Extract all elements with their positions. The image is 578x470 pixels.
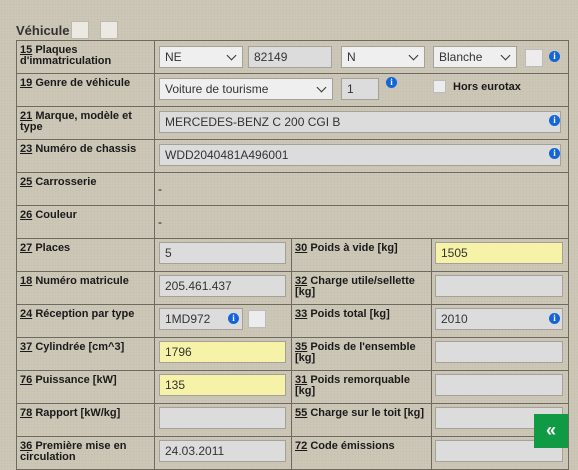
total-weight-input[interactable]: 2010 xyxy=(435,308,563,330)
body-label: 25 Carrosserie xyxy=(16,172,155,206)
body-cell: - xyxy=(153,172,570,206)
towable-label: 31 Poids remorquable [kg] xyxy=(291,370,432,404)
info-icon[interactable]: i xyxy=(549,115,560,126)
total-weight-cell: 2010 i xyxy=(430,304,570,338)
color-value: - xyxy=(158,215,162,229)
ratio-cell xyxy=(154,403,292,437)
displacement-cell: 1796 xyxy=(154,337,292,371)
displacement-input[interactable]: 1796 xyxy=(159,341,286,363)
info-icon[interactable]: i xyxy=(549,148,560,159)
plates-label: 15 Plaques d'immatriculation xyxy=(16,40,155,74)
section-header: Véhicule xyxy=(16,20,119,40)
towable-cell xyxy=(430,370,570,404)
set-weight-input[interactable] xyxy=(435,341,563,363)
set-weight-cell xyxy=(430,337,570,371)
vehicle-form-table: 15 Plaques d'immatriculation NE 82149 N … xyxy=(16,40,570,470)
first-reg-input[interactable]: 24.03.2011 xyxy=(159,440,286,462)
header-box-2[interactable] xyxy=(100,21,119,39)
towable-input[interactable] xyxy=(435,374,563,396)
vehicle-type-label: 19 Genre de véhicule xyxy=(16,73,155,107)
hors-eurotax-label: Hors eurotax xyxy=(453,80,521,93)
back-button[interactable]: « xyxy=(534,414,568,448)
header-box-1[interactable] xyxy=(71,21,90,39)
section-title: Véhicule xyxy=(16,22,70,38)
plate-color-select[interactable]: Blanche xyxy=(433,46,517,68)
info-icon[interactable]: i xyxy=(549,313,560,324)
chassis-input[interactable]: WDD2040481A496001 xyxy=(159,144,561,166)
vehicle-type-select[interactable]: Voiture de tourisme xyxy=(159,78,333,100)
make-label: 21 Marque, modèle et type xyxy=(16,106,155,140)
vehicle-type-cell: Voiture de tourisme 1 i Hors eurotax xyxy=(153,73,570,107)
ratio-label: 78 Rapport [kW/kg] xyxy=(16,403,155,437)
places-label: 27 Places xyxy=(16,238,155,272)
empty-weight-cell: 1505 xyxy=(430,238,570,272)
set-weight-label: 35 Poids de l'ensemble [kg] xyxy=(291,337,432,371)
info-icon[interactable]: i xyxy=(386,77,397,88)
info-icon[interactable]: i xyxy=(549,51,560,62)
roof-load-label: 55 Charge sur le toit [kg] xyxy=(291,403,432,437)
hors-eurotax-field: Hors eurotax xyxy=(433,80,521,93)
plate-type-select[interactable]: N xyxy=(341,46,425,68)
matricule-cell: 205.461.437 xyxy=(154,271,292,305)
payload-cell xyxy=(430,271,570,305)
payload-label: 32 Charge utile/sellette [kg] xyxy=(291,271,432,305)
matricule-label: 18 Numéro matricule xyxy=(16,271,155,305)
plate-extra-box[interactable] xyxy=(525,49,543,67)
power-cell: 135 xyxy=(154,370,292,404)
reception-cell: 1MD972 i xyxy=(154,304,292,338)
chassis-label: 23 Numéro de chassis xyxy=(16,139,155,173)
ratio-input[interactable] xyxy=(159,407,286,429)
make-cell: MERCEDES-BENZ C 200 CGI B i xyxy=(153,106,570,140)
first-reg-cell: 24.03.2011 xyxy=(154,436,292,470)
empty-weight-label: 30 Poids à vide [kg] xyxy=(291,238,432,272)
info-icon[interactable]: i xyxy=(228,313,239,324)
hors-eurotax-checkbox[interactable] xyxy=(433,80,446,93)
reception-label: 24 Réception par type xyxy=(16,304,155,338)
canton-select[interactable]: NE xyxy=(159,46,243,68)
empty-weight-input[interactable]: 1505 xyxy=(435,242,563,264)
color-label: 26 Couleur xyxy=(16,205,155,239)
make-input[interactable]: MERCEDES-BENZ C 200 CGI B xyxy=(159,111,561,133)
first-reg-label: 36 Première mise en circulation xyxy=(16,436,155,470)
displacement-label: 37 Cylindrée [cm^3] xyxy=(16,337,155,371)
places-cell: 5 xyxy=(154,238,292,272)
plate-number-input[interactable]: 82149 xyxy=(248,46,332,68)
plates-cell: NE 82149 N Blanche i xyxy=(153,40,570,74)
matricule-input[interactable]: 205.461.437 xyxy=(159,275,286,297)
body-value: - xyxy=(158,182,162,196)
chassis-cell: WDD2040481A496001 i xyxy=(153,139,570,173)
total-weight-label: 33 Poids total [kg] xyxy=(291,304,432,338)
power-input[interactable]: 135 xyxy=(159,374,286,396)
chevron-down-icon xyxy=(226,50,237,60)
color-cell: - xyxy=(153,205,570,239)
vehicle-type-code-input[interactable]: 1 xyxy=(341,78,379,100)
chevron-down-icon xyxy=(316,82,327,92)
reception-extra-box[interactable] xyxy=(248,310,266,328)
chevron-down-icon xyxy=(500,50,511,60)
power-label: 76 Puissance [kW] xyxy=(16,370,155,404)
payload-input[interactable] xyxy=(435,275,563,297)
places-input[interactable]: 5 xyxy=(159,242,286,264)
emission-label: 72 Code émissions xyxy=(291,436,432,470)
chevron-down-icon xyxy=(408,50,419,60)
